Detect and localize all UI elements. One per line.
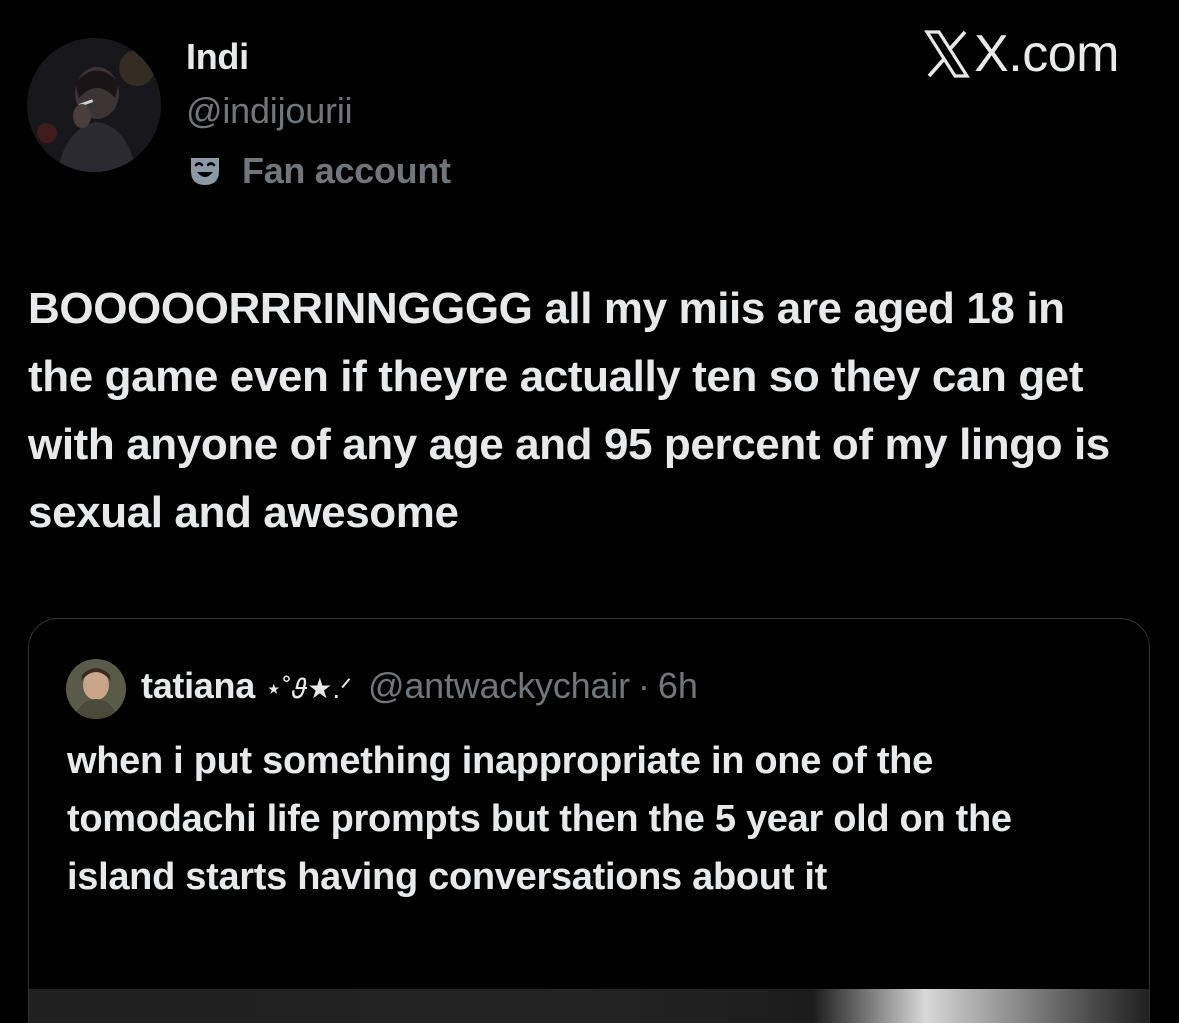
- watermark-text: X.com: [974, 25, 1119, 83]
- quoted-post-header: tatiana ⋆˚𝜗★.ᐟ @antwackychair · 6h: [141, 665, 698, 707]
- x-logo-icon: [924, 30, 971, 78]
- quoted-author-name-decoration: ⋆˚𝜗★.ᐟ: [264, 673, 353, 704]
- site-watermark: X.com: [924, 28, 1119, 80]
- quoted-avatar-photo: [66, 659, 126, 719]
- author-handle[interactable]: @indijourii: [186, 90, 353, 132]
- account-label: Fan account: [188, 148, 451, 194]
- author-avatar[interactable]: [27, 38, 161, 172]
- quoted-author-avatar[interactable]: [66, 659, 126, 719]
- theater-mask-icon: [191, 158, 219, 185]
- author-display-name[interactable]: Indi: [186, 36, 249, 78]
- avatar-photo: [27, 38, 161, 172]
- quoted-author-name[interactable]: tatiana: [141, 665, 255, 707]
- quoted-post-text: when i put something inappropriate in on…: [67, 740, 1012, 898]
- quoted-author-handle[interactable]: @antwackychair: [368, 665, 630, 707]
- quoted-post-time[interactable]: 6h: [658, 665, 698, 707]
- post-text: BOOOOORRRINNGGGG all my miis are aged 18…: [28, 284, 1110, 537]
- post-screenshot: Indi @indijourii Fan account X.com BOOOO…: [0, 0, 1179, 1023]
- header-separator: ·: [637, 665, 650, 706]
- quoted-post-media[interactable]: [29, 989, 1149, 1023]
- account-label-text: Fan account: [242, 150, 451, 191]
- quoted-post-card[interactable]: tatiana ⋆˚𝜗★.ᐟ @antwackychair · 6h when …: [28, 618, 1150, 1023]
